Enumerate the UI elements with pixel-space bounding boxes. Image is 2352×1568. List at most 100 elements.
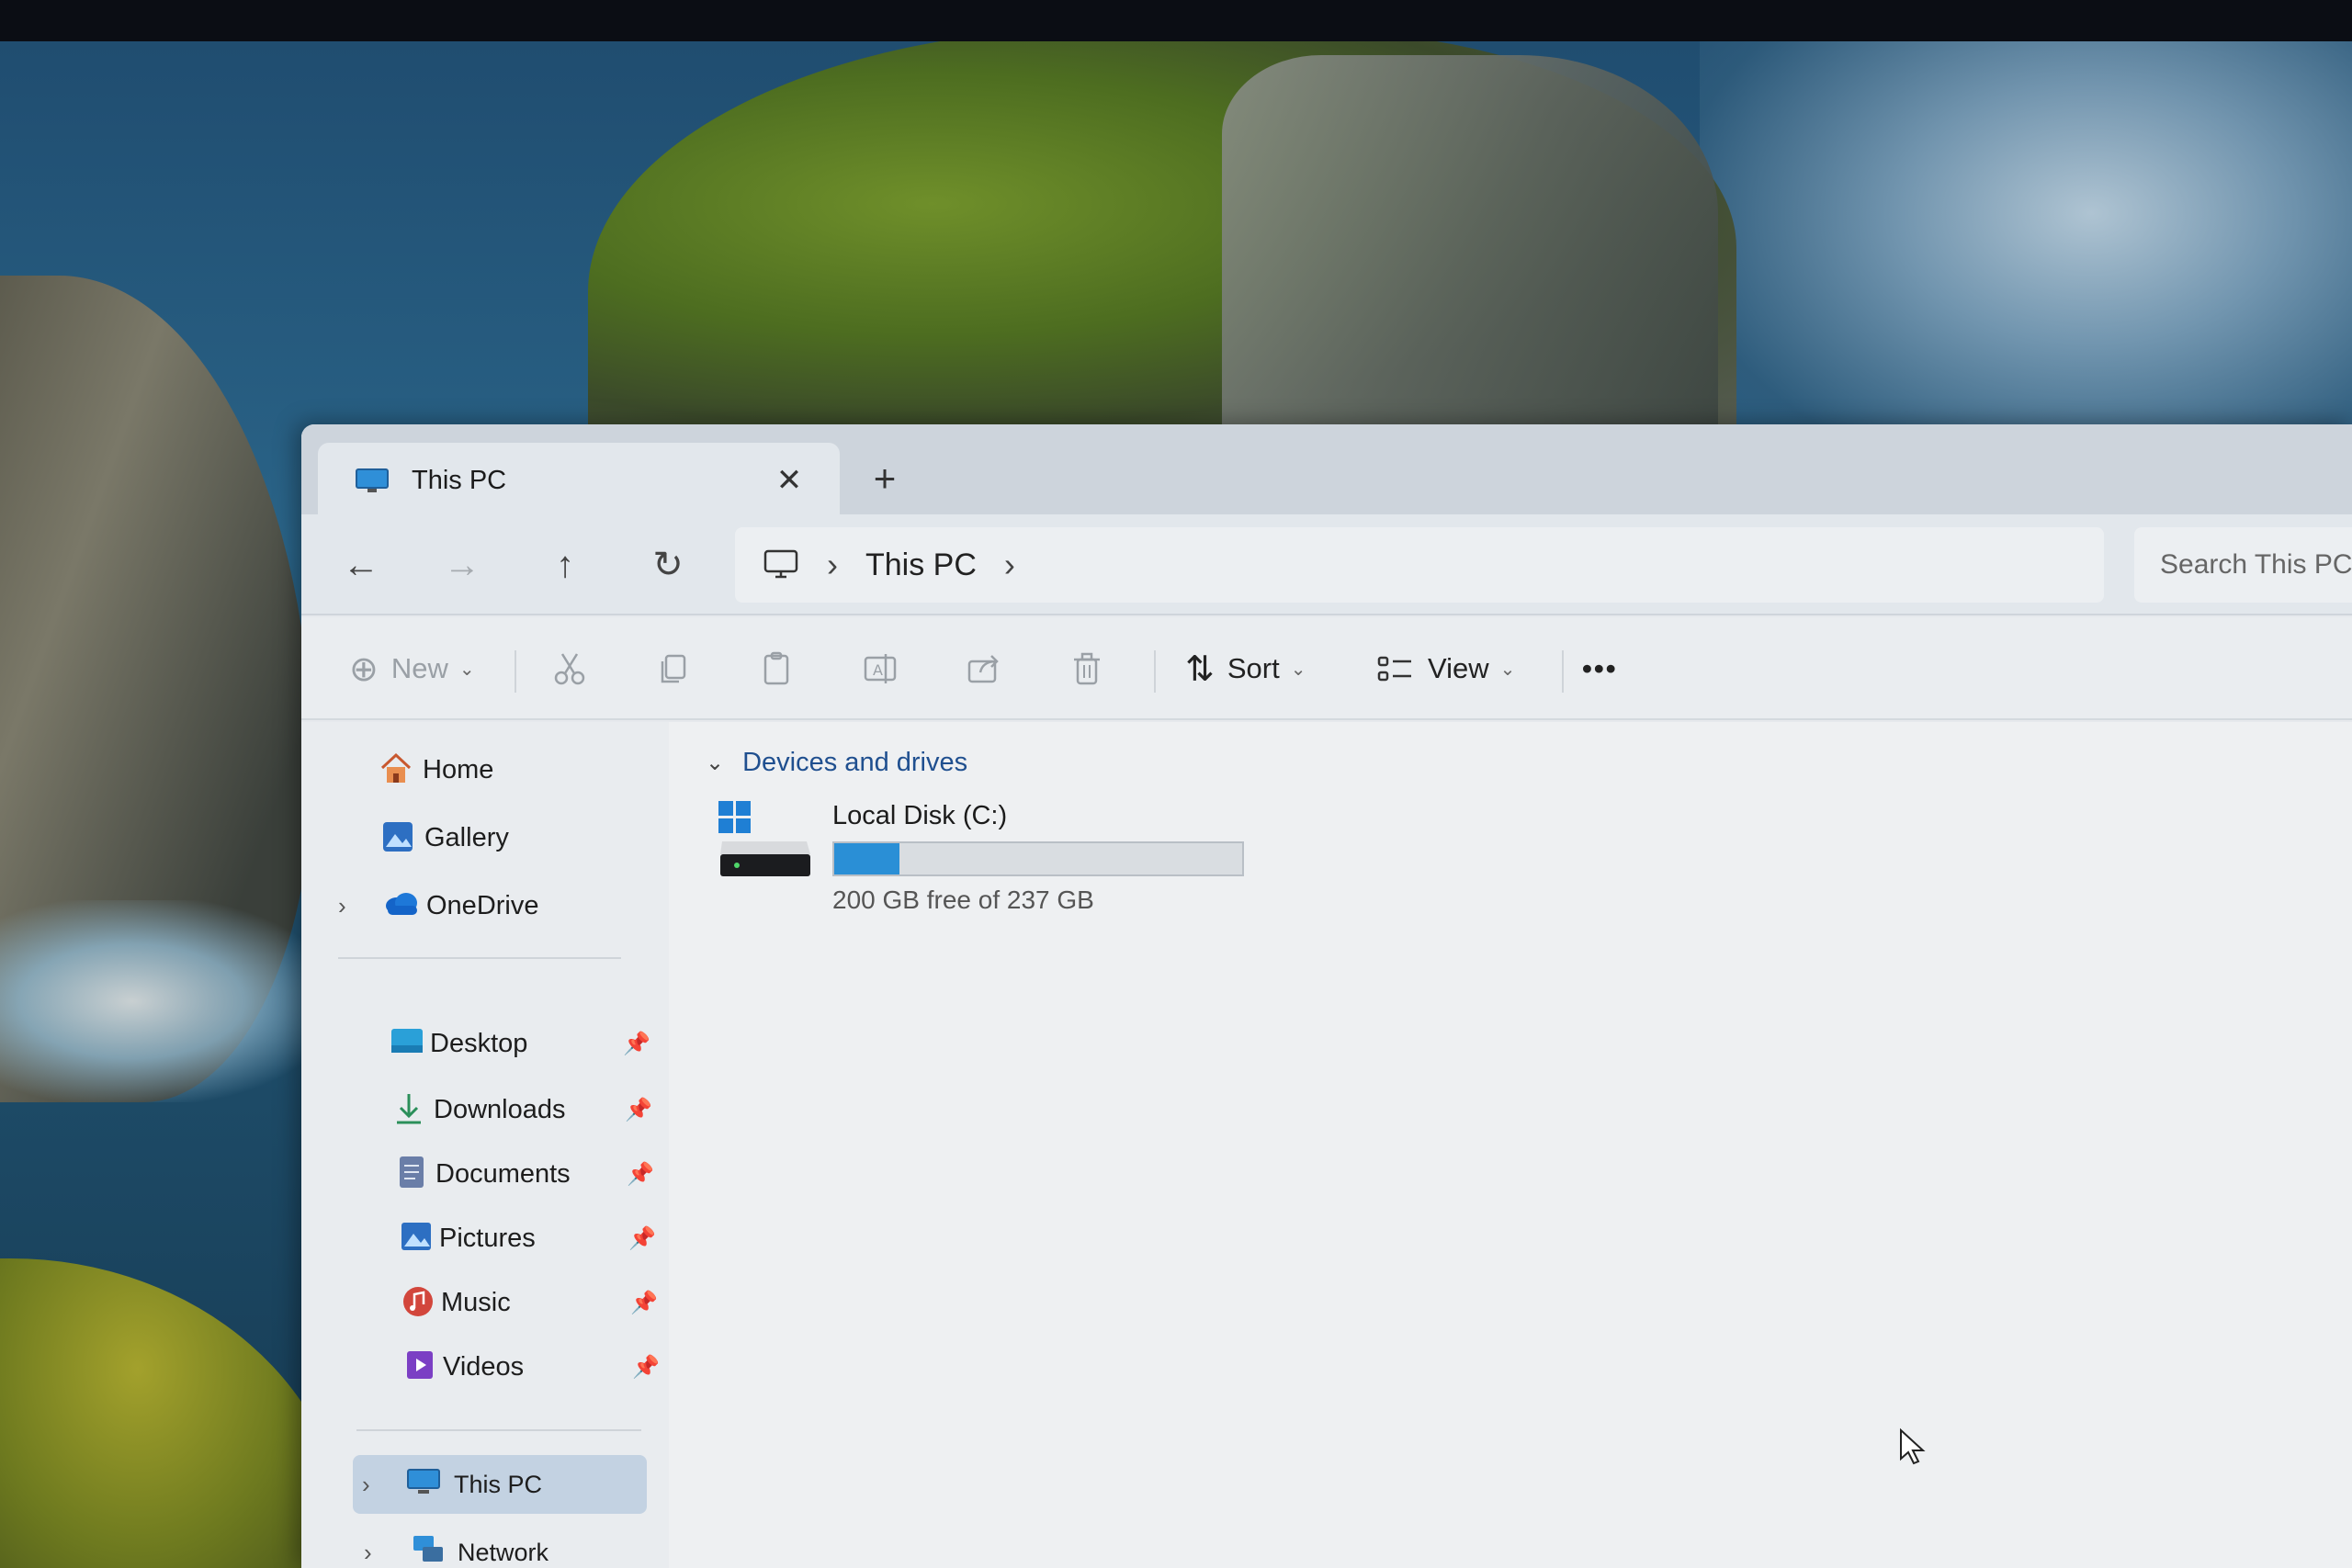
sidebar-item-downloads[interactable]: Downloads 📌 (301, 1080, 652, 1139)
sort-arrows-icon: ⇅ (1185, 649, 1215, 689)
group-header-label: Devices and drives (742, 748, 968, 777)
videos-icon (404, 1348, 439, 1383)
sidebar-item-label: Pictures (439, 1223, 536, 1253)
chevron-right-icon[interactable]: › (364, 1539, 372, 1567)
paste-button[interactable] (758, 643, 795, 694)
navigation-bar: ← → ↑ ↻ › This PC › Search This PC (301, 514, 2352, 615)
documents-icon (397, 1154, 432, 1189)
back-arrow-icon[interactable]: ← (338, 542, 384, 588)
pin-icon[interactable]: 📌 (625, 1097, 652, 1123)
cut-button[interactable] (551, 643, 588, 694)
main-content: ⌄ Devices and drives Local Disk (C:) 200… (669, 722, 2352, 1568)
sidebar-item-gallery[interactable]: Gallery (301, 808, 669, 867)
local-disk-icon (715, 797, 816, 889)
computer-icon (355, 468, 390, 493)
sidebar-item-music[interactable]: Music 📌 (301, 1273, 658, 1332)
sidebar-item-label: Gallery (424, 822, 509, 852)
chevron-right-icon[interactable]: › (338, 892, 346, 920)
sort-button[interactable]: ⇅ Sort ⌄ (1185, 643, 1306, 694)
sidebar-item-label: Downloads (434, 1094, 566, 1124)
up-arrow-icon[interactable]: ↑ (542, 542, 588, 588)
wallpaper-cliff (1222, 55, 1718, 450)
sidebar-item-home[interactable]: Home (301, 740, 669, 799)
screen-bezel (0, 0, 2352, 41)
pictures-icon (399, 1220, 434, 1255)
drive-usage-fill (834, 843, 900, 874)
music-icon (401, 1284, 435, 1319)
mouse-cursor-icon (1900, 1427, 1926, 1465)
new-label: New (390, 652, 448, 684)
chevron-right-icon[interactable]: › (1004, 546, 1015, 584)
monitor-icon[interactable] (763, 548, 799, 581)
refresh-icon[interactable]: ↻ (645, 542, 691, 588)
sidebar-item-label: Documents (435, 1158, 571, 1189)
sidebar-item-videos[interactable]: Videos 📌 (301, 1337, 660, 1396)
downloads-icon (393, 1091, 428, 1126)
scissors-icon (554, 653, 585, 685)
new-tab-button[interactable]: + (862, 456, 908, 502)
sort-label: Sort (1227, 652, 1280, 684)
sidebar-item-desktop[interactable]: Desktop 📌 (301, 1014, 650, 1073)
view-label: View (1428, 652, 1489, 684)
command-bar: ⊕ New ⌄ A ⇅ Sort ⌄ View ⌄ ••• (301, 617, 2352, 720)
chevron-down-icon[interactable]: ⌄ (706, 750, 724, 776)
chevron-down-icon: ⌄ (1290, 659, 1306, 680)
copy-icon (661, 654, 686, 683)
chevron-down-icon: ⌄ (458, 659, 475, 680)
chevron-right-icon[interactable]: › (362, 1471, 370, 1499)
copy-button[interactable] (655, 643, 692, 694)
navigation-pane: Home Gallery › OneDrive Desktop 📌 Downlo… (301, 722, 669, 1568)
sidebar-item-onedrive[interactable]: › OneDrive (301, 876, 669, 935)
pin-icon[interactable]: 📌 (630, 1290, 658, 1316)
more-options-button[interactable]: ••• (1582, 643, 1618, 694)
toolbar-divider (1562, 650, 1564, 693)
pin-icon[interactable]: 📌 (628, 1225, 656, 1252)
delete-button[interactable] (1069, 643, 1105, 694)
chevron-down-icon: ⌄ (1499, 659, 1516, 680)
sidebar-item-documents[interactable]: Documents 📌 (301, 1145, 654, 1203)
share-button[interactable] (966, 643, 1002, 694)
close-icon[interactable]: ✕ (772, 463, 807, 498)
clipboard-icon (763, 651, 789, 685)
address-bar[interactable]: › This PC › (735, 527, 2104, 603)
wallpaper-sea (1700, 37, 2352, 478)
search-input[interactable]: Search This PC (2134, 527, 2352, 603)
sidebar-item-pictures[interactable]: Pictures 📌 (301, 1209, 656, 1268)
toolbar-divider (514, 650, 516, 693)
sidebar-item-label: This PC (454, 1470, 543, 1498)
sidebar-item-this-pc[interactable]: › This PC (353, 1455, 647, 1514)
plus-circle-icon: ⊕ (349, 649, 379, 689)
chevron-right-icon[interactable]: › (827, 546, 838, 584)
sidebar-item-label: Videos (443, 1351, 525, 1382)
sidebar-item-label: Home (423, 754, 494, 784)
pin-icon[interactable]: 📌 (627, 1161, 654, 1188)
tab-this-pc[interactable]: This PC ✕ (318, 443, 840, 518)
sidebar-item-label: Network (458, 1538, 549, 1566)
group-header-devices[interactable]: ⌄ Devices and drives (706, 748, 967, 778)
sidebar-item-label: OneDrive (426, 890, 539, 920)
rename-button[interactable]: A (862, 643, 899, 694)
forward-arrow-icon[interactable]: → (439, 542, 485, 588)
toolbar-divider (1154, 650, 1156, 693)
sidebar-divider (356, 1429, 641, 1431)
wallpaper-surf (0, 900, 331, 1102)
drive-tile-c[interactable]: Local Disk (C:) 200 GB free of 237 GB (715, 797, 1303, 917)
breadcrumb-this-pc[interactable]: This PC (865, 547, 977, 583)
file-explorer-window: This PC ✕ + ← → ↑ ↻ › This PC › Search T… (301, 424, 2352, 1568)
title-bar: This PC ✕ + (301, 424, 2352, 518)
gallery-icon (380, 819, 415, 854)
svg-text:A: A (873, 661, 883, 679)
wallpaper-bottom-rock (0, 1258, 349, 1568)
sidebar-item-network[interactable]: › Network (353, 1523, 647, 1568)
network-icon (410, 1534, 445, 1568)
pin-icon[interactable]: 📌 (632, 1354, 660, 1381)
trash-icon (1074, 652, 1100, 685)
onedrive-icon (382, 889, 417, 924)
view-button[interactable]: View ⌄ (1376, 643, 1515, 694)
new-button[interactable]: ⊕ New ⌄ (349, 643, 475, 694)
pin-icon[interactable]: 📌 (623, 1031, 650, 1057)
sidebar-divider (338, 957, 621, 959)
drive-name: Local Disk (C:) (832, 801, 1008, 830)
view-list-icon (1377, 656, 1411, 682)
drive-free-space: 200 GB free of 237 GB (832, 886, 1094, 914)
